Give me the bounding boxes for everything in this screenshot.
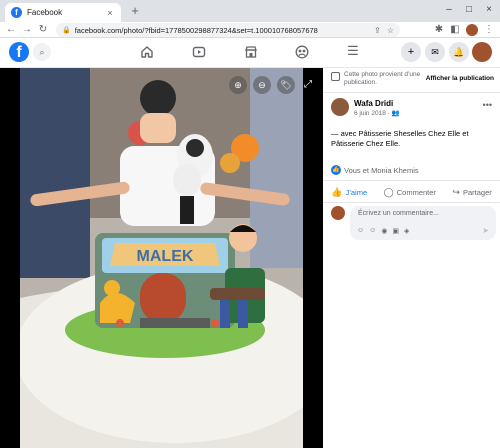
author-avatar[interactable] — [331, 98, 349, 116]
watch-video-icon[interactable] — [192, 45, 206, 59]
divider — [323, 202, 500, 203]
comment-tools: ☺ ☺ ◉ ▣ ◈ — [357, 227, 414, 235]
tab-strip: f Facebook × + – □ × — [0, 0, 500, 22]
share-post-icon: ↪ — [452, 187, 460, 197]
emoji-icon[interactable]: ☺ — [369, 227, 376, 235]
info-icon — [331, 72, 340, 81]
comment-input[interactable]: Écrivez un commentaire... ☺ ☺ ◉ ▣ ◈ ➤ — [350, 206, 496, 240]
close-window-icon[interactable]: × — [481, 2, 497, 18]
forward-icon[interactable]: → — [20, 23, 34, 37]
comment-icon: ◯ — [383, 187, 394, 197]
send-icon[interactable]: ➤ — [482, 226, 489, 235]
source-notice: Cette photo provient d’une publication. … — [323, 68, 500, 90]
comment-placeholder: Écrivez un commentaire... — [358, 210, 439, 217]
profile-avatar[interactable] — [466, 24, 478, 36]
home-icon[interactable] — [140, 45, 154, 59]
post-actions: 👍 J’aime ◯ Commenter ↪ Partager — [323, 184, 500, 201]
post-date[interactable]: 6 juin 2018 · — [354, 110, 390, 117]
tag-icon[interactable]: 🏷 — [277, 76, 295, 94]
post-author: Wafa Dridi 6 juin 2018 · 👥 ••• — [331, 98, 496, 120]
new-tab-button[interactable]: + — [128, 3, 142, 19]
extensions-icon[interactable]: ✱ — [432, 23, 446, 37]
address-bar[interactable]: 🔒 facebook.com/photo/?fbid=1778500298877… — [56, 23, 400, 37]
maximize-icon[interactable]: □ — [461, 2, 477, 18]
audience-icon: 👥 — [391, 110, 400, 117]
sticker-icon[interactable]: ◈ — [404, 227, 409, 235]
account-avatar[interactable] — [472, 42, 492, 62]
sidebar-icon[interactable]: ◧ — [448, 23, 462, 37]
like-reaction-icon: 👍 — [331, 165, 341, 175]
tab-title: Facebook — [27, 8, 63, 17]
avatar-sticker-icon[interactable]: ☺ — [357, 227, 364, 235]
create-button[interactable]: + — [401, 42, 421, 62]
notifications-icon[interactable]: 🔔 — [449, 42, 469, 62]
facebook-favicon-icon: f — [11, 7, 22, 18]
menu-icon[interactable]: ☰ — [346, 44, 360, 58]
reactions-summary[interactable]: 👍 Vous et Monia Khemis — [331, 164, 419, 176]
reactions-text[interactable]: Vous et Monia Khemis — [344, 166, 419, 175]
bookmark-star-icon[interactable]: ☆ — [387, 26, 394, 35]
share-icon[interactable]: ⇪ — [374, 26, 381, 35]
notice-text: Cette photo provient d’une publication. — [344, 71, 421, 86]
url-text[interactable]: facebook.com/photo/?fbid=177850029887732… — [75, 26, 368, 35]
author-name[interactable]: Wafa Dridi — [354, 99, 393, 108]
cake-banner-text: MALEK — [137, 248, 194, 265]
gif-icon[interactable]: ▣ — [392, 227, 399, 235]
tab-close-icon[interactable]: × — [105, 8, 115, 18]
divider — [323, 92, 500, 93]
like-label: J’aime — [345, 188, 368, 197]
share-button[interactable]: ↪ Partager — [452, 187, 491, 198]
back-icon[interactable]: ← — [4, 23, 18, 37]
zoom-in-icon[interactable]: ⊕ — [229, 76, 247, 94]
cake-photo: MALEK — [0, 68, 323, 448]
groups-icon[interactable] — [295, 45, 309, 59]
zoom-out-icon[interactable]: ⊖ — [253, 76, 271, 94]
messenger-icon[interactable]: ✉ — [425, 42, 445, 62]
share-label: Partager — [462, 188, 492, 197]
like-button[interactable]: 👍 J’aime — [331, 187, 367, 198]
fullscreen-icon[interactable]: ⤢ — [299, 76, 317, 94]
commenter-avatar — [331, 206, 345, 220]
facebook-header: f ⌕ ☰ + ✉ 🔔 — [0, 38, 500, 68]
browser-toolbar: ← → ↻ 🔒 facebook.com/photo/?fbid=1778500… — [0, 22, 500, 38]
lock-icon: 🔒 — [62, 27, 71, 34]
browser-menu-icon[interactable]: ⋮ — [482, 23, 496, 37]
post-details-panel: Cette photo provient d’une publication. … — [323, 68, 500, 448]
comment-label: Commenter — [396, 188, 436, 197]
facebook-logo-icon[interactable]: f — [9, 42, 29, 62]
marketplace-icon[interactable] — [244, 45, 258, 59]
reload-icon[interactable]: ↻ — [36, 23, 50, 37]
view-post-link[interactable]: Afficher la publication — [426, 75, 494, 82]
comment-composer: Écrivez un commentaire... ☺ ☺ ◉ ▣ ◈ ➤ — [331, 206, 496, 240]
like-icon: 👍 — [331, 187, 343, 197]
browser-tab[interactable]: f Facebook × — [5, 3, 121, 22]
comment-button[interactable]: ◯ Commenter — [384, 187, 436, 198]
divider — [323, 180, 500, 181]
post-caption: — avec Pâtisserie Sheselles Chez Elle et… — [331, 129, 469, 148]
minimize-icon[interactable]: – — [441, 2, 457, 18]
search-icon[interactable]: ⌕ — [33, 43, 51, 61]
photo-viewer[interactable]: MALEK ⊕ ⊖ 🏷 ⤢ — [0, 68, 323, 448]
camera-icon[interactable]: ◉ — [381, 227, 387, 235]
browser-window: f Facebook × + – □ × ← → ↻ 🔒 facebook.co… — [0, 0, 500, 448]
more-options-icon[interactable]: ••• — [483, 100, 492, 110]
